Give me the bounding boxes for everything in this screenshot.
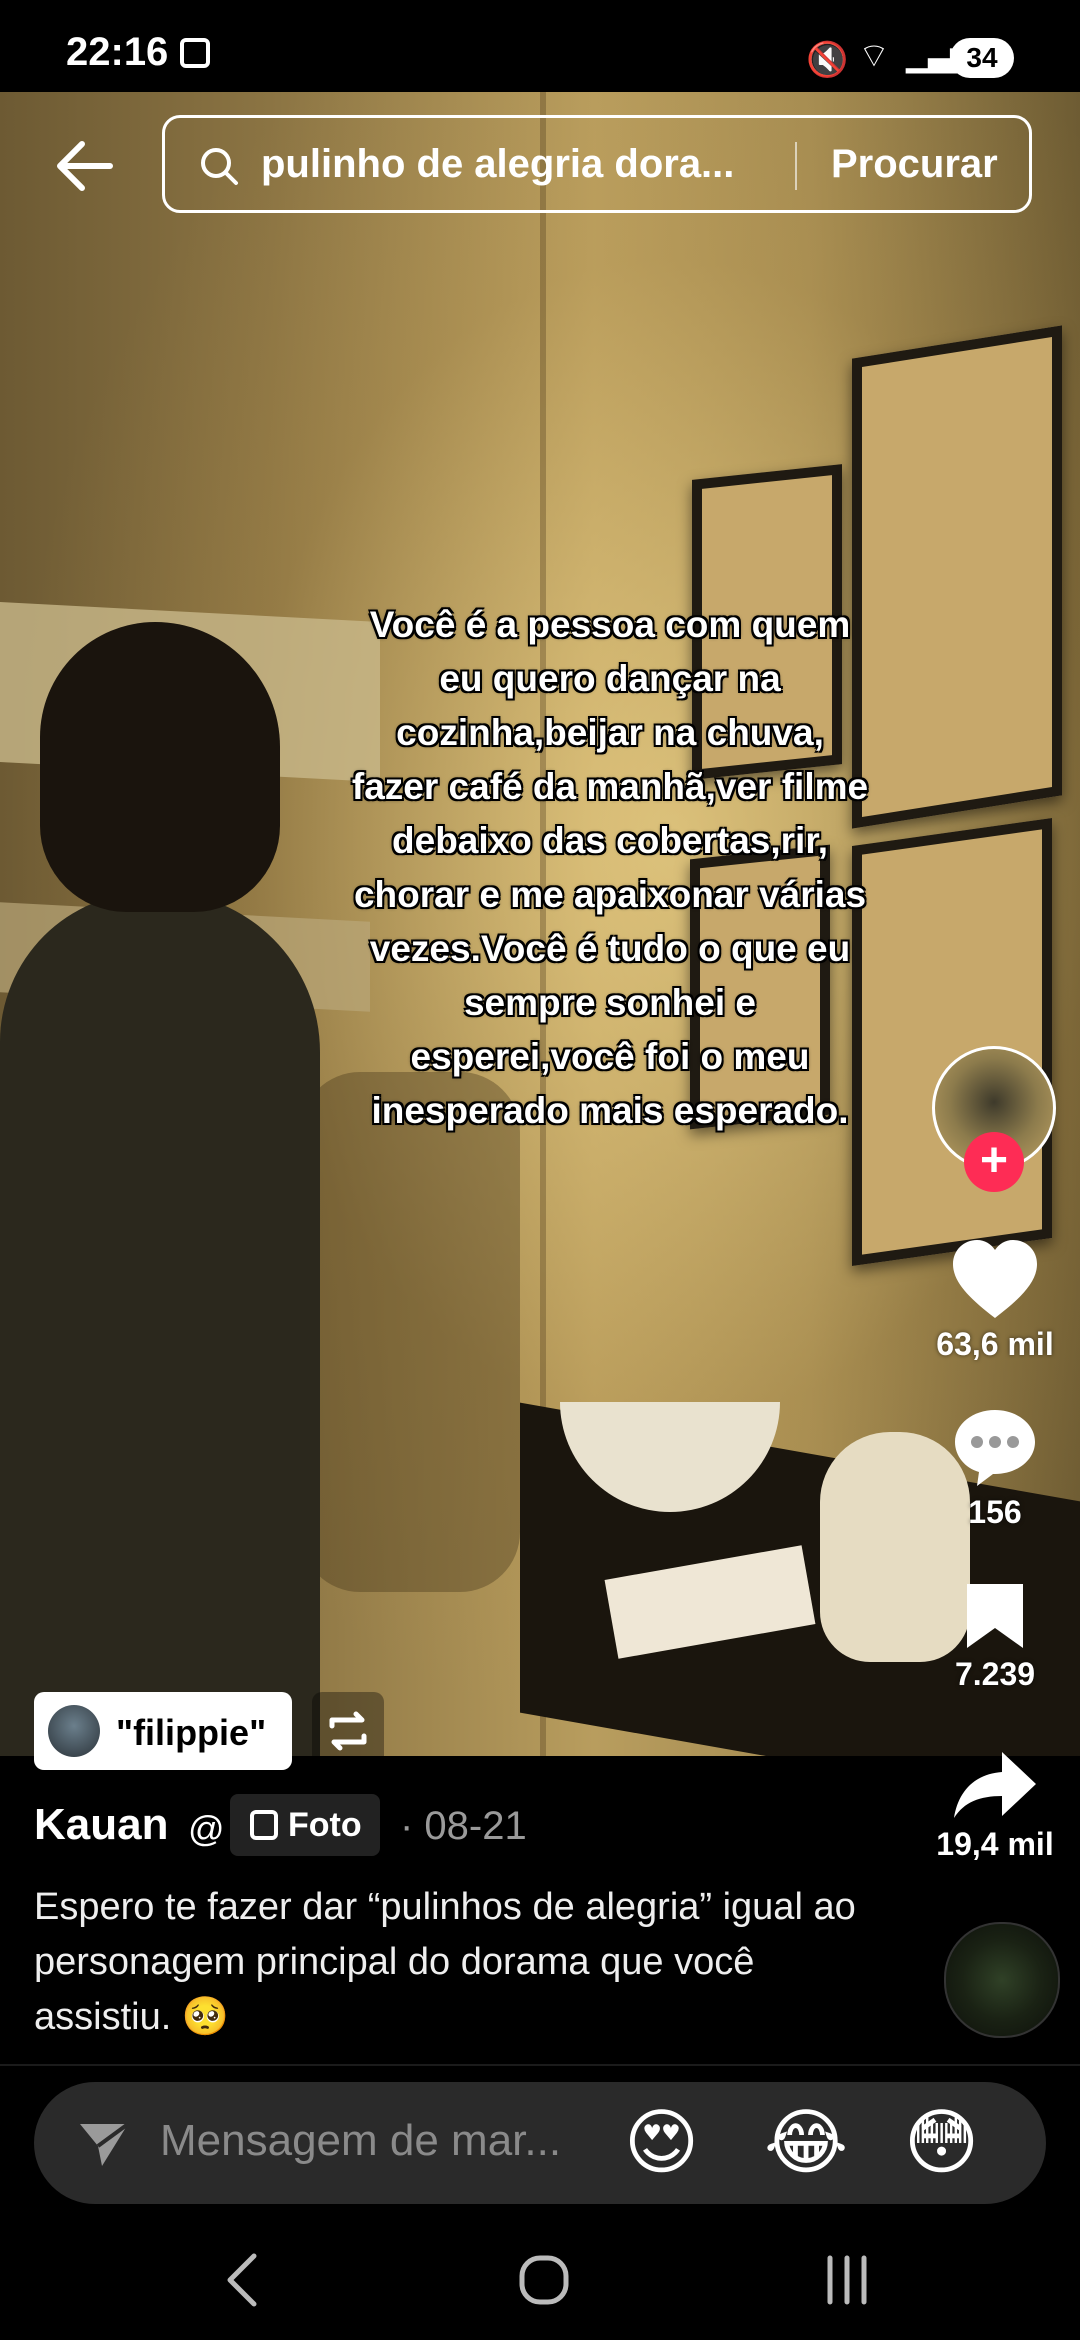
sound-username: "filippie": [116, 1712, 267, 1753]
heart-icon: [953, 1240, 1037, 1318]
system-nav-bar: [0, 2220, 1080, 2340]
author-name[interactable]: Kauan: [34, 1800, 168, 1850]
search-divider: [795, 142, 797, 190]
music-disc[interactable]: [944, 1922, 1060, 2038]
save-button[interactable]: 7.239: [915, 1580, 1075, 1693]
message-bar[interactable]: Mensagem de mar... 😍 😂 😳: [34, 2082, 1046, 2204]
send-icon: [80, 2122, 130, 2166]
quick-emoji-heart-eyes[interactable]: 😍: [624, 2104, 699, 2182]
search-submit-button[interactable]: Procurar: [831, 142, 998, 187]
search-bar[interactable]: pulinho de alegria dora... Procurar: [162, 115, 1032, 213]
post-date: · 08-21: [400, 1804, 527, 1848]
status-time: 22:16: [66, 30, 169, 74]
repost-icon: [329, 1711, 367, 1751]
sound-user-pill[interactable]: "filippie": [34, 1692, 292, 1770]
back-button[interactable]: [54, 138, 114, 194]
picture-frame: [852, 817, 1052, 1267]
comment-icon: [955, 1410, 1035, 1486]
like-count: 63,6 mil: [936, 1326, 1054, 1362]
arrow-left-icon: [57, 141, 113, 191]
quick-emoji-laughing[interactable]: 😂: [764, 2104, 848, 2182]
save-count: 7.239: [954, 1656, 1036, 1692]
wifi-icon: ⌔: [858, 37, 890, 75]
nav-back-icon[interactable]: [222, 2250, 262, 2310]
comment-count: 156: [968, 1494, 1022, 1530]
post-type-label: Foto: [288, 1805, 362, 1844]
photo-type-icon: [250, 1810, 278, 1840]
wall-shadow: [300, 1072, 520, 1592]
follow-plus-button[interactable]: +: [964, 1132, 1024, 1192]
message-input[interactable]: Mensagem de mar...: [160, 2116, 620, 2166]
person-body: [0, 892, 320, 1756]
status-bar: 22:16 🔇 ⌔ ▁▃▅ 34: [0, 0, 1080, 92]
search-query[interactable]: pulinho de alegria dora...: [261, 142, 911, 187]
threads-icon: @: [188, 1808, 225, 1849]
nav-home-icon[interactable]: [516, 2252, 572, 2308]
post-type-badge: Foto: [230, 1794, 380, 1856]
person-head: [40, 622, 280, 912]
bookmark-icon: [967, 1584, 1023, 1648]
share-count: 19,4 mil: [936, 1826, 1054, 1862]
nav-recents-icon[interactable]: [822, 2254, 872, 2306]
like-button[interactable]: 63,6 mil: [915, 1238, 1075, 1363]
battery-indicator: 34: [950, 38, 1014, 78]
photo-overlay-text: Você é a pessoa com quem eu quero dançar…: [351, 604, 869, 1131]
share-arrow-icon: [954, 1752, 1036, 1818]
repost-button[interactable]: [312, 1692, 384, 1770]
search-icon: [201, 148, 238, 185]
quick-emoji-flushed[interactable]: 😳: [904, 2104, 979, 2182]
mute-icon: 🔇: [806, 41, 849, 79]
divider: [0, 2064, 1080, 2066]
post-caption[interactable]: Espero te fazer dar “pulinhos de alegria…: [34, 1880, 894, 2045]
comment-button[interactable]: 156: [915, 1406, 1075, 1531]
share-button[interactable]: 19,4 mil: [915, 1748, 1075, 1863]
picture-frame: [852, 325, 1062, 829]
screenshot-icon: [180, 38, 210, 68]
sound-user-avatar: [48, 1705, 100, 1757]
